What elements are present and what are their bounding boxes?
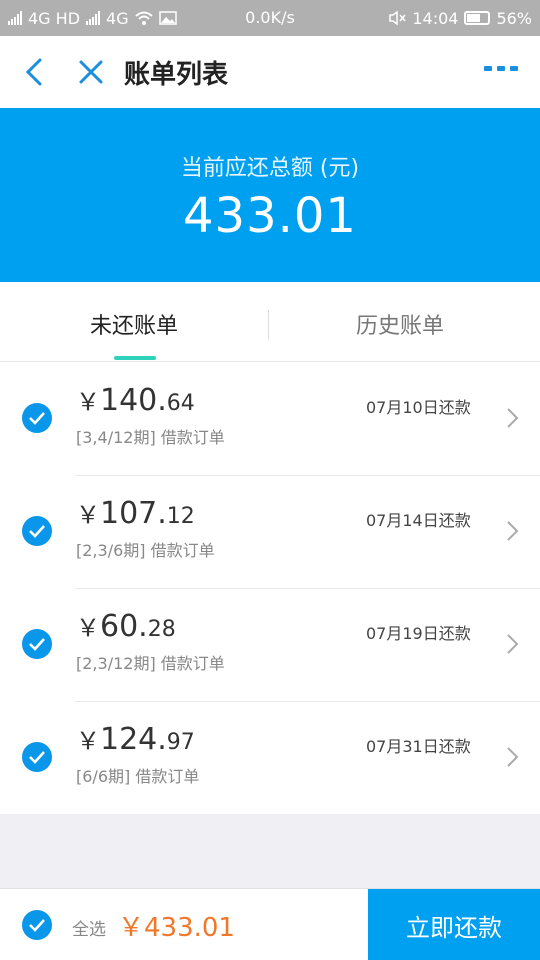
chevron-right-icon (507, 747, 519, 767)
bill-row[interactable]: ￥60.28 [2,3/12期] 借款订单 07月19日还款 (0, 588, 540, 701)
bill-amount: ￥124.97 (76, 721, 195, 757)
checkbox-checked-icon[interactable] (22, 629, 52, 659)
checkbox-checked-icon[interactable] (22, 742, 52, 772)
bill-amount: ￥140.64 (76, 382, 195, 418)
bill-row[interactable]: ￥124.97 [6/6期] 借款订单 07月31日还款 (0, 701, 540, 814)
amount-decimal: 64 (166, 391, 195, 416)
checkbox-checked-icon[interactable] (22, 516, 52, 546)
nav-bar: 账单列表 (0, 36, 540, 108)
tab-unpaid[interactable]: 未还账单 (34, 308, 234, 340)
selected-total: ￥433.01 (118, 913, 235, 943)
bill-due-date: 07月14日还款 (366, 511, 471, 530)
amount-integer: 140. (100, 383, 167, 418)
tab-bar: 未还账单 历史账单 (0, 282, 540, 362)
bill-row[interactable]: ￥107.12 [2,3/6期] 借款订单 07月14日还款 (0, 475, 540, 588)
select-all-checkbox-icon[interactable] (22, 910, 52, 940)
checkbox-checked-icon[interactable] (22, 403, 52, 433)
bottom-bar: 全选 ￥433.01 立即还款 (0, 888, 540, 960)
currency-symbol: ￥ (76, 388, 100, 416)
close-icon[interactable] (76, 56, 106, 88)
bill-description: [6/6期] 借款订单 (76, 767, 200, 786)
tab-active-indicator (114, 356, 156, 360)
currency-symbol: ￥ (76, 727, 100, 755)
tab-history[interactable]: 历史账单 (300, 308, 500, 340)
more-icon[interactable] (484, 66, 518, 71)
currency-symbol: ￥ (76, 501, 100, 529)
amount-integer: 124. (100, 722, 167, 757)
chevron-right-icon (507, 408, 519, 428)
amount-decimal: 12 (166, 504, 195, 529)
bill-description: [2,3/6期] 借款订单 (76, 541, 215, 560)
chevron-right-icon (507, 634, 519, 654)
bill-description: [2,3/12期] 借款订单 (76, 654, 225, 673)
amount-integer: 60. (100, 609, 148, 644)
bill-due-date: 07月31日还款 (366, 737, 471, 756)
bill-amount: ￥60.28 (76, 608, 176, 644)
total-label: 当前应还总额 (元) (180, 156, 360, 181)
back-icon[interactable] (20, 56, 50, 88)
tab-divider (268, 310, 269, 340)
bill-list: ￥140.64 [3,4/12期] 借款订单 07月10日还款 ￥107.12 … (0, 362, 540, 814)
amount-decimal: 97 (166, 730, 195, 755)
bill-description: [3,4/12期] 借款订单 (76, 428, 225, 447)
bill-due-date: 07月19日还款 (366, 624, 471, 643)
bill-due-date: 07月10日还款 (366, 398, 471, 417)
repay-now-button[interactable]: 立即还款 (368, 889, 540, 960)
currency-symbol: ￥ (76, 614, 100, 642)
bill-amount: ￥107.12 (76, 495, 195, 531)
total-banner: 当前应还总额 (元) 433.01 (0, 108, 540, 282)
page-title: 账单列表 (124, 60, 229, 90)
total-amount: 433.01 (183, 188, 357, 244)
bill-row[interactable]: ￥140.64 [3,4/12期] 借款订单 07月10日还款 (0, 362, 540, 475)
select-all-label[interactable]: 全选 (72, 915, 106, 940)
amount-decimal: 28 (147, 617, 176, 642)
battery-icon (464, 11, 491, 25)
net-speed: 0.0K/s (245, 8, 295, 27)
status-bar: 4G HD 4G 0.0K/s 14:04 56% (0, 0, 540, 36)
amount-integer: 107. (100, 496, 167, 531)
chevron-right-icon (507, 521, 519, 541)
